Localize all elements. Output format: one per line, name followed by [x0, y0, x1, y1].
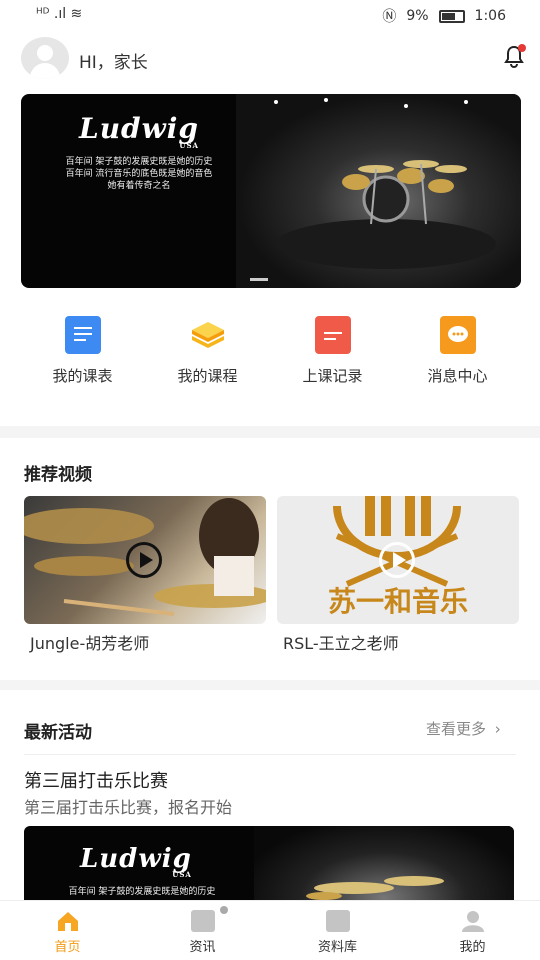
schedule-icon: [64, 316, 101, 354]
notification-dot: [518, 44, 526, 52]
notification-bell-icon[interactable]: [502, 44, 526, 70]
status-time: 1:06: [474, 8, 506, 24]
banner-tagline: 百年间 架子鼓的发展史既是她的历史 百年间 流行音乐的底色既是她的音色 她有着传…: [65, 157, 213, 191]
activity-banner[interactable]: Ludwig USA 百年间 架子鼓的发展史既是她的历史: [24, 826, 514, 906]
battery-percent: 9%: [406, 8, 429, 24]
video-label-rsl[interactable]: RSL-王立之老师: [283, 630, 399, 654]
activity-subtitle: 第三届打击乐比赛，报名开始: [24, 798, 233, 817]
brand-text: 苏一和音乐: [327, 585, 468, 618]
tab-news[interactable]: 资讯: [135, 901, 270, 960]
tab-profile[interactable]: 我的: [405, 901, 540, 960]
divider: [24, 754, 516, 755]
greeting: HI，家长: [79, 53, 148, 73]
chevron-right-icon: ›: [494, 720, 501, 738]
record-doc-icon: [314, 316, 351, 354]
activity-title[interactable]: 第三届打击乐比赛: [24, 767, 168, 793]
status-bar: ᴴᴰ .ıl ≋ Ⓝ 9% 1:06: [0, 0, 540, 32]
signal-indicators: ᴴᴰ .ıl ≋: [36, 6, 83, 22]
quick-item-courses[interactable]: 我的课程: [145, 312, 270, 392]
quick-item-schedule[interactable]: 我的课表: [20, 312, 145, 392]
news-badge-dot: [220, 906, 228, 914]
library-icon: [325, 910, 350, 932]
home-icon: [56, 910, 80, 932]
play-icon: [126, 542, 162, 578]
battery-icon: [438, 9, 465, 23]
section-divider: [0, 426, 540, 438]
message-chat-icon: [439, 316, 476, 354]
section-divider: [0, 680, 540, 690]
videos-section-title: 推荐视频: [24, 465, 92, 485]
bottom-tab-bar: 首页 资讯 资料库 我的: [0, 900, 540, 960]
quick-item-records[interactable]: 上课记录: [270, 312, 395, 392]
avatar[interactable]: [21, 37, 69, 79]
quick-item-messages[interactable]: 消息中心: [395, 312, 520, 392]
activity-tagline: 百年间 架子鼓的发展史既是她的历史: [68, 887, 216, 897]
video-card-jungle[interactable]: [24, 496, 266, 624]
tab-library[interactable]: 资料库: [270, 901, 405, 960]
video-card-rsl[interactable]: 苏一和音乐: [277, 496, 519, 624]
play-icon: [379, 542, 415, 578]
activities-section-title: 最新活动: [24, 723, 92, 743]
drum-kit-photo: [236, 94, 521, 288]
video-label-jungle[interactable]: Jungle-胡芳老师: [30, 630, 149, 654]
news-icon: [190, 910, 215, 932]
view-more-link[interactable]: 查看更多 ›: [426, 718, 501, 739]
nfc-icon: Ⓝ: [382, 9, 397, 25]
carousel-indicator: [250, 278, 268, 281]
drum-kit-photo: [254, 826, 514, 906]
banner-carousel[interactable]: Ludwig USA 百年间 架子鼓的发展史既是她的历史 百年间 流行音乐的底色既…: [21, 94, 521, 288]
header: HI，家长: [0, 34, 540, 84]
ludwig-logo: Ludwig USA: [79, 112, 199, 150]
tab-home[interactable]: 首页: [0, 901, 135, 960]
quick-menu: 我的课表 我的课程 上课记录 消息中心: [20, 312, 520, 392]
ludwig-logo: Ludwig USA: [80, 844, 192, 879]
course-layers-icon: [190, 316, 226, 354]
status-right: Ⓝ 9% 1:06: [382, 6, 506, 26]
profile-icon: [461, 910, 485, 932]
